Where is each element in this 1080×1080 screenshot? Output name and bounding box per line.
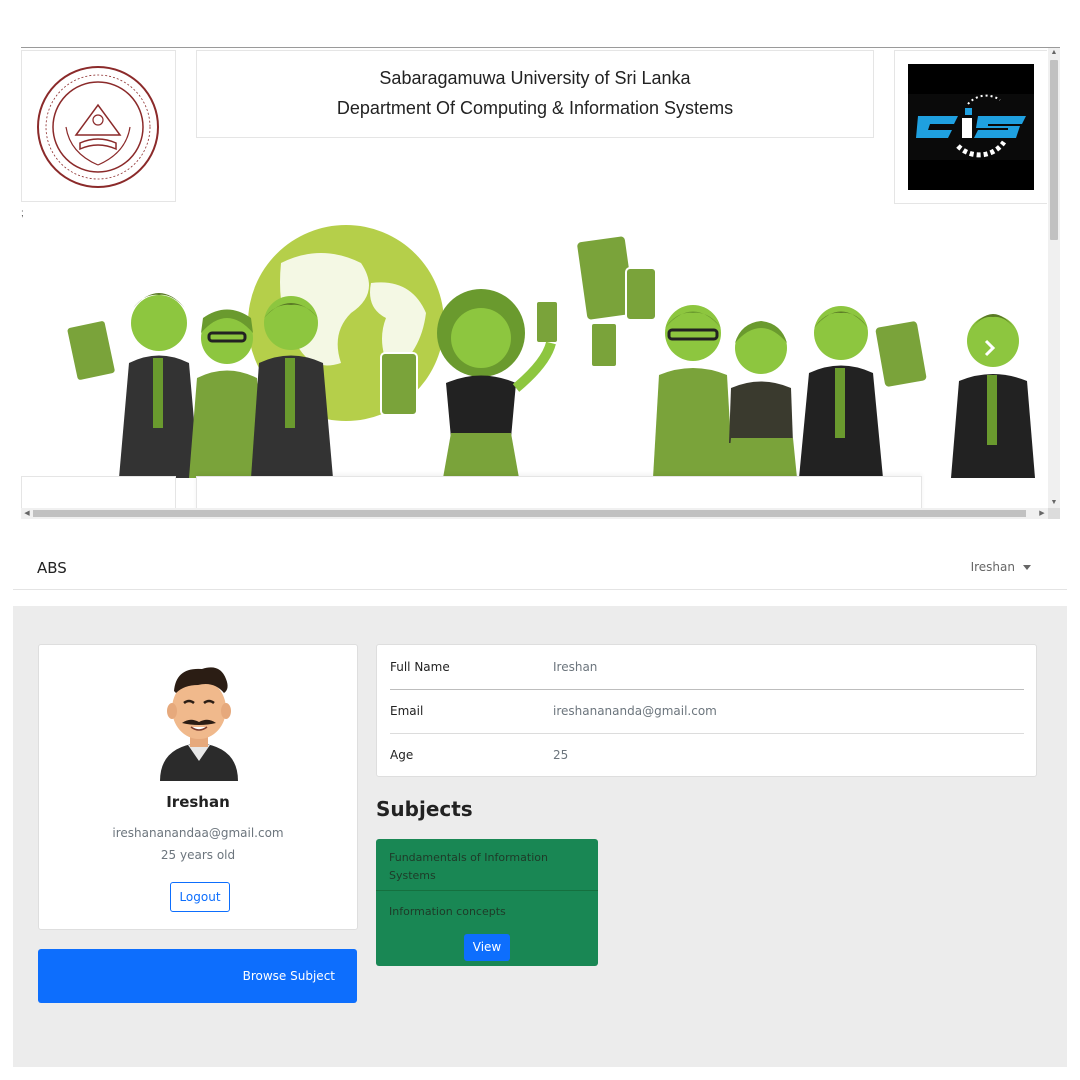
horizontal-scroll-thumb[interactable] (33, 510, 1026, 517)
subjects-heading: Subjects (376, 797, 473, 821)
detail-label: Email (390, 704, 424, 718)
subject-title: Fundamentals of Information Systems (389, 851, 548, 882)
scrollbar-corner (1048, 508, 1060, 519)
vertical-scroll-thumb[interactable] (1050, 60, 1058, 240)
browse-subject-button[interactable]: Browse Subject (38, 949, 357, 1003)
header-iframe: Sabaragamuwa University of Sri Lanka Dep… (21, 47, 1060, 519)
profile-age: 25 years old (160, 848, 236, 862)
user-menu-label: Ireshan (970, 560, 1015, 574)
subject-card: Fundamentals of Information Systems Info… (376, 839, 598, 966)
details-card: Full Name Ireshan Email ireshanananda@gm… (376, 644, 1037, 777)
university-title-box: Sabaragamuwa University of Sri Lanka Dep… (196, 50, 874, 138)
department-logo-box (894, 50, 1047, 204)
subject-description: Information concepts (389, 905, 506, 918)
user-avatar-icon (160, 667, 238, 781)
people-with-tablets-illustration (65, 225, 1035, 478)
university-seal-icon (37, 66, 159, 188)
university-name: Sabaragamuwa University of Sri Lanka (379, 68, 691, 88)
horizontal-scrollbar[interactable]: ◀ ▶ (21, 508, 1048, 519)
detail-row-full-name: Full Name Ireshan (390, 645, 1024, 690)
navbar-brand[interactable]: ABS (37, 559, 67, 577)
navbar: ABS Ireshan (13, 545, 1067, 590)
frame-bottom-left-panel (21, 476, 176, 508)
profile-name: Ireshan (166, 793, 230, 811)
detail-label: Age (390, 748, 414, 762)
subject-card-divider (376, 890, 598, 891)
stray-character: ; (21, 208, 24, 219)
view-subject-button[interactable]: View (464, 934, 510, 961)
logout-button[interactable]: Logout (170, 882, 230, 912)
detail-row-email: Email ireshanananda@gmail.com (390, 689, 1024, 734)
scroll-right-arrow-icon[interactable]: ▶ (1036, 508, 1048, 519)
frame-bottom-middle-panel (196, 476, 922, 508)
header-frame-viewport: Sabaragamuwa University of Sri Lanka Dep… (21, 48, 1047, 508)
scroll-up-arrow-icon[interactable]: ▲ (1048, 48, 1060, 58)
detail-label: Full Name (390, 660, 450, 674)
detail-value: Ireshan (553, 660, 598, 674)
scroll-down-arrow-icon[interactable]: ▼ (1048, 498, 1060, 508)
scroll-left-arrow-icon[interactable]: ◀ (21, 508, 33, 519)
detail-value: ireshanananda@gmail.com (553, 704, 717, 718)
user-dropdown-toggle[interactable]: Ireshan (971, 560, 1031, 574)
department-name: Department Of Computing & Information Sy… (336, 98, 734, 118)
browse-subject-label: Browse Subject (242, 969, 335, 983)
cis-logo-icon (908, 64, 1034, 190)
university-logo-box (21, 50, 176, 202)
profile-email: ireshananandaa@gmail.com (112, 826, 284, 840)
vertical-scrollbar[interactable]: ▲ ▼ (1048, 48, 1060, 508)
detail-row-age: Age 25 (390, 733, 1024, 777)
profile-card: Ireshan ireshananandaa@gmail.com 25 year… (38, 644, 358, 930)
detail-value: 25 (553, 748, 569, 762)
main-content: Ireshan ireshananandaa@gmail.com 25 year… (13, 606, 1067, 1067)
caret-down-icon (1023, 564, 1031, 570)
